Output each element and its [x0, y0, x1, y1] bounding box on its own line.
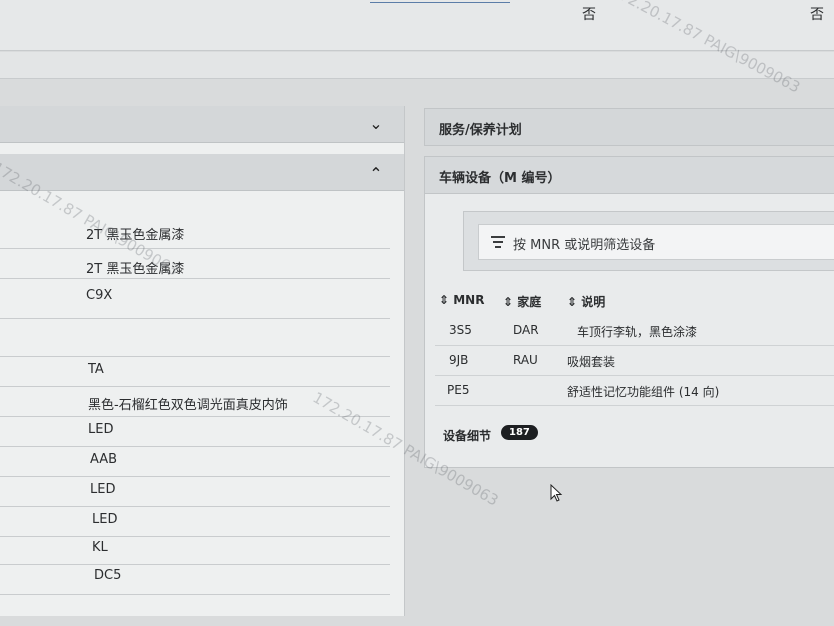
- filter-placeholder: 按 MNR 或说明筛选设备: [513, 238, 656, 253]
- list-item: LED: [0, 506, 390, 537]
- table-row[interactable]: 3S5 DAR 车顶行李轨，黑色涂漆: [435, 315, 834, 346]
- list-item: 2T 黑玉色金属漆: [0, 248, 390, 279]
- table-row[interactable]: 9JB RAU 吸烟套装: [435, 345, 834, 376]
- list-item: [0, 318, 390, 357]
- value-left: 否: [582, 7, 596, 23]
- link-underline[interactable]: [370, 0, 510, 3]
- cursor-icon: [550, 484, 563, 502]
- chevron-up-icon[interactable]: ⌃: [366, 164, 386, 184]
- equipment-filter-input[interactable]: 按 MNR 或说明筛选设备: [478, 224, 834, 260]
- column-header-description[interactable]: ⇕ 说明: [567, 293, 605, 310]
- list-item: DC5: [0, 564, 390, 595]
- filter-box: 按 MNR 或说明筛选设备: [463, 211, 834, 271]
- list-item: AAB: [0, 446, 390, 477]
- left-panel: ⌄ ⌃ 2T 黑玉色金属漆 2T 黑玉色金属漆 C9X TA 黑色-石榴红色双色…: [0, 106, 405, 616]
- top-row-2: [0, 52, 834, 79]
- list-item: 黑色-石榴红色双色调光面真皮内饰: [0, 386, 390, 417]
- left-expanded-header[interactable]: ⌃: [0, 154, 404, 191]
- service-plan-title: 服务/保养计划: [439, 123, 522, 138]
- list-item: 2T 黑玉色金属漆: [0, 218, 390, 249]
- table-row[interactable]: PE5 舒适性记忆功能组件 (14 向): [435, 375, 834, 406]
- list-item: KL: [0, 536, 390, 565]
- list-item: LED: [0, 416, 390, 447]
- service-plan-card[interactable]: 服务/保养计划: [424, 108, 834, 146]
- list-item: LED: [0, 476, 390, 507]
- equipment-count-badge: 187: [501, 425, 538, 440]
- left-collapsed-header[interactable]: ⌄: [0, 106, 404, 143]
- list-item: C9X: [0, 278, 390, 319]
- list-item: TA: [0, 356, 390, 387]
- column-header-mnr[interactable]: ⇕ MNR: [439, 293, 484, 307]
- value-right: 否: [810, 7, 824, 23]
- equipment-header: 车辆设备（M 编号）: [425, 157, 834, 194]
- chevron-down-icon[interactable]: ⌄: [366, 114, 386, 134]
- column-header-family[interactable]: ⇕ 家庭: [503, 293, 541, 310]
- filter-icon: [491, 236, 505, 248]
- top-strip: 否 否: [0, 0, 834, 51]
- equipment-title: 车辆设备（M 编号）: [439, 171, 561, 186]
- equipment-details-label[interactable]: 设备细节: [443, 427, 491, 444]
- equipment-card: 车辆设备（M 编号） 按 MNR 或说明筛选设备 ⇕ MNR ⇕ 家庭 ⇕ 说明…: [424, 156, 834, 468]
